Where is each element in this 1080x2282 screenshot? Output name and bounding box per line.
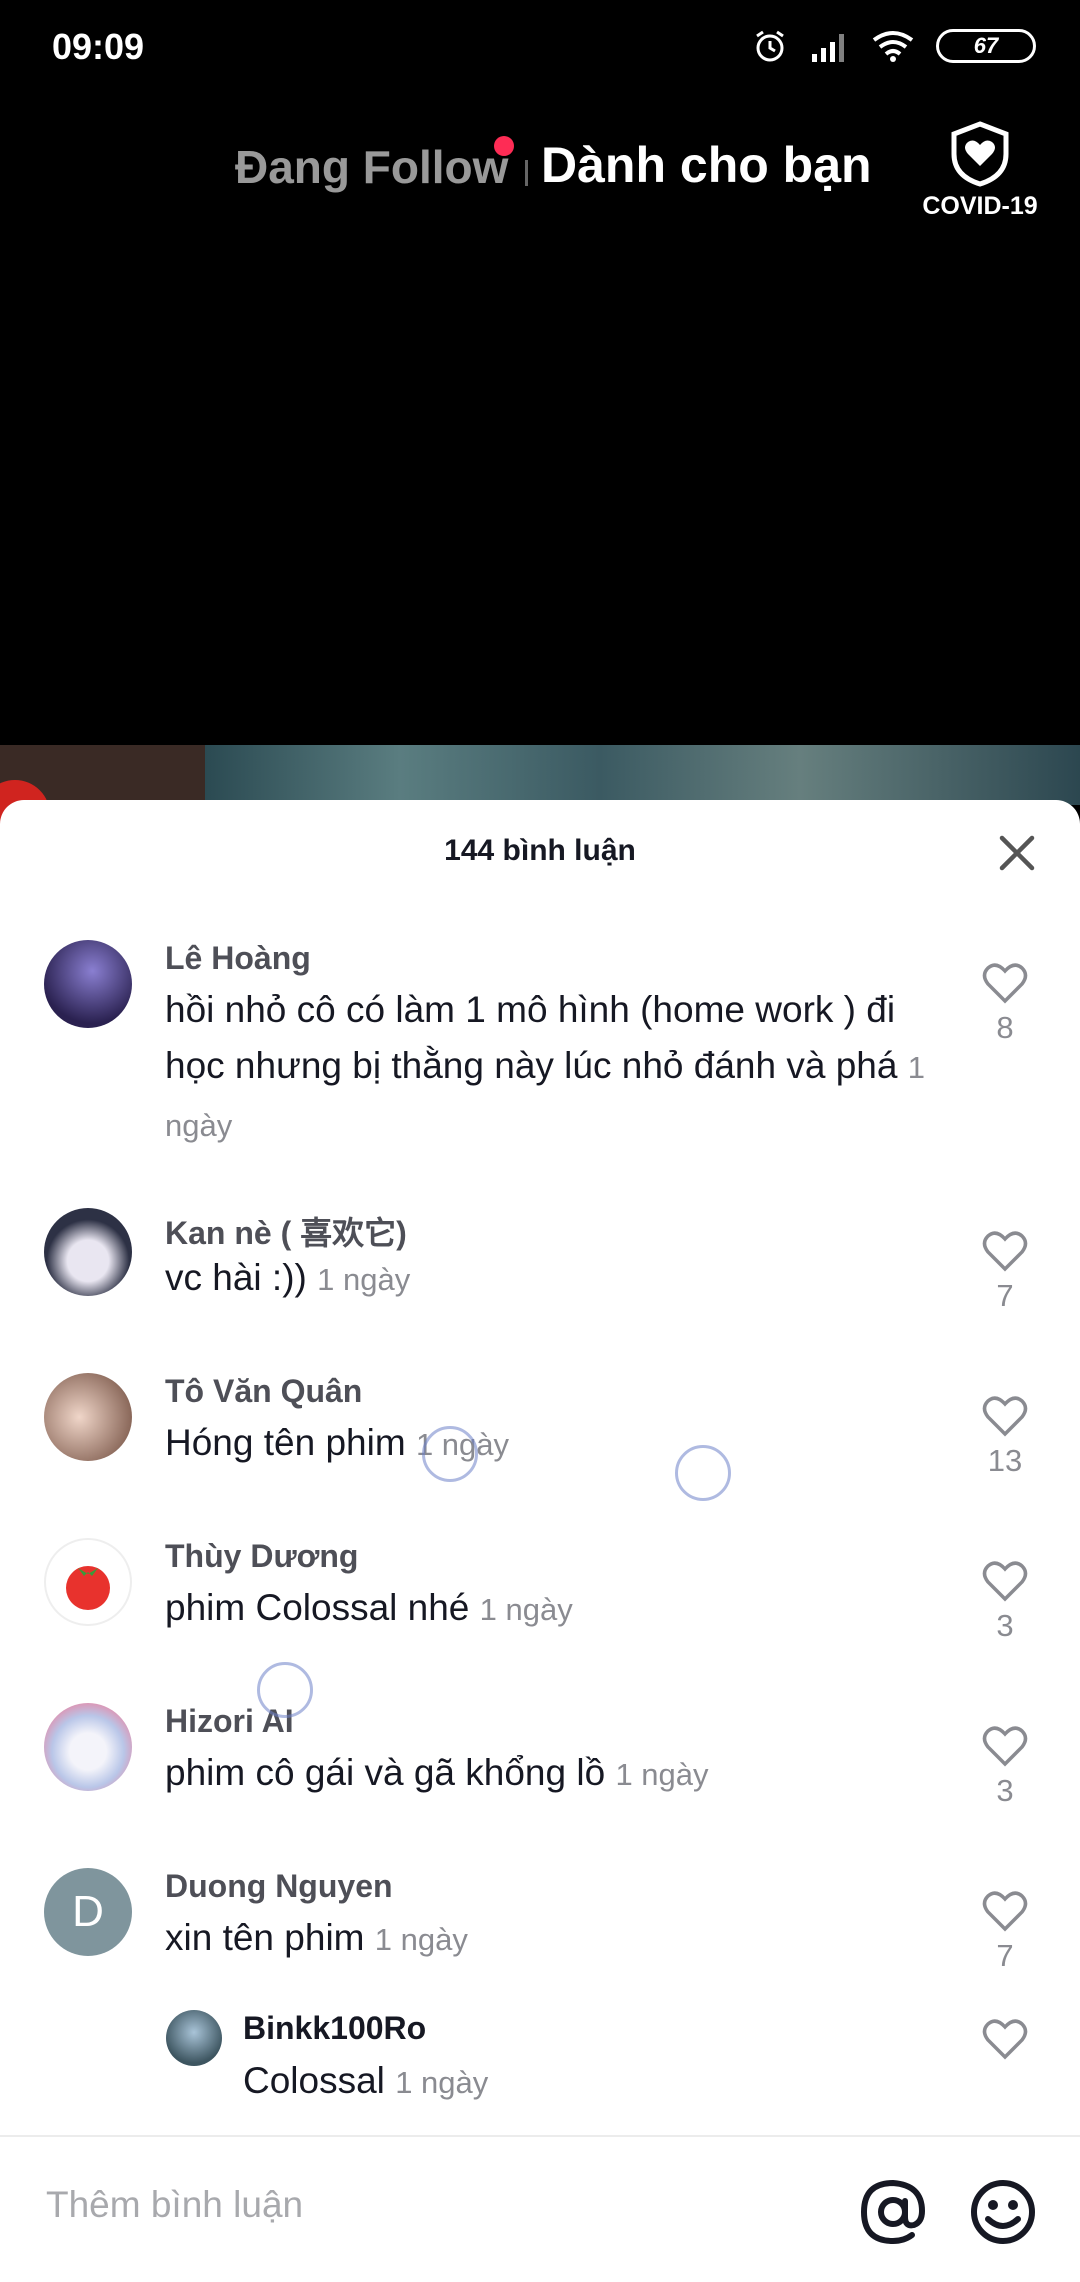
covid-button[interactable]: COVID-19 <box>918 120 1042 221</box>
shield-heart-icon <box>951 121 1009 187</box>
like-count: 7 <box>996 1278 1014 1313</box>
comment-username[interactable]: Thùy Dương <box>165 1538 358 1575</box>
comment-body: Hóng tên phim <box>165 1422 406 1463</box>
comment-username[interactable]: Kan nè ( 喜欢它) <box>165 1208 407 1254</box>
comment-username[interactable]: Tô Văn Quân <box>165 1373 362 1410</box>
avatar[interactable] <box>44 1538 132 1626</box>
comment-time: 1 ngày <box>479 1592 573 1627</box>
mention-icon[interactable] <box>858 2177 928 2247</box>
comment-time: 1 ngày <box>317 1262 411 1297</box>
avatar[interactable] <box>44 1703 132 1791</box>
touch-indicator <box>257 1662 313 1718</box>
comment-body: xin tên phim <box>165 1917 365 1958</box>
heart-icon <box>982 1561 1028 1602</box>
like-count: 3 <box>996 1608 1014 1643</box>
comment-username[interactable]: Lê Hoàng <box>165 940 311 977</box>
comment-time: 1 ngày <box>374 1922 468 1957</box>
comment-time: 1 ngày <box>615 1757 709 1792</box>
touch-indicator <box>675 1445 731 1501</box>
like-count: 8 <box>996 1010 1014 1045</box>
like-count: 3 <box>996 1773 1014 1808</box>
like-button[interactable]: 7 <box>960 1890 1050 1974</box>
comment-text: vc hài :)) 1 ngày <box>165 1250 955 1308</box>
comment-input[interactable] <box>44 2183 808 2227</box>
tab-for-you[interactable]: Dành cho bạn <box>541 136 872 194</box>
avatar-letter: D <box>72 1887 104 1936</box>
avatar[interactable] <box>44 940 132 1028</box>
reply-time: 1 ngày <box>395 2065 489 2100</box>
heart-icon <box>982 1396 1028 1437</box>
like-count: 7 <box>996 1938 1014 1973</box>
comment-text: Hóng tên phim 1 ngày <box>165 1415 955 1473</box>
like-count: 13 <box>987 1443 1023 1478</box>
comment-body: phim Colossal nhé <box>165 1587 470 1628</box>
status-bar: 09:09 67 <box>0 0 1080 100</box>
avatar[interactable]: D <box>44 1868 132 1956</box>
notification-dot <box>494 136 514 156</box>
comments-count-title: 144 bình luận <box>444 834 636 867</box>
like-button[interactable]: 8 <box>960 962 1050 1046</box>
signal-icon <box>812 34 844 62</box>
heart-icon <box>982 1231 1028 1272</box>
alarm-icon <box>756 30 784 62</box>
like-button[interactable]: 3 <box>960 1560 1050 1644</box>
tab-divider <box>525 160 528 186</box>
emoji-icon[interactable] <box>968 2177 1038 2247</box>
reply-body: Colossal <box>243 2060 385 2101</box>
like-button[interactable]: 13 <box>960 1395 1050 1479</box>
covid-label: COVID-19 <box>922 192 1038 220</box>
status-icons: 67 <box>752 28 1036 64</box>
close-icon[interactable] <box>994 830 1040 876</box>
wifi-icon <box>872 31 914 62</box>
tomato-icon <box>66 1566 110 1610</box>
video-preview[interactable] <box>0 745 1080 850</box>
avatar[interactable] <box>44 1208 132 1296</box>
heart-icon <box>982 2019 1028 2060</box>
comment-input-bar <box>0 2135 1080 2282</box>
comment-body: vc hài :)) <box>165 1257 307 1298</box>
touch-indicator <box>422 1426 478 1482</box>
reply-username[interactable]: Binkk100Ro <box>243 2010 426 2047</box>
avatar[interactable] <box>166 2010 222 2066</box>
like-button[interactable]: 3 <box>960 1725 1050 1809</box>
comments-sheet: 144 bình luận Lê Hoàng hồi nhỏ cô có làm… <box>0 800 1080 2280</box>
reply-text: Colossal 1 ngày <box>243 2060 488 2102</box>
comment-text: xin tên phim 1 ngày <box>165 1910 955 1968</box>
tab-following[interactable]: Đang Follow <box>235 140 508 194</box>
comment-body: hồi nhỏ cô có làm 1 mô hình (home work )… <box>165 989 898 1086</box>
battery-indicator: 67 <box>936 29 1036 63</box>
comment-body: phim cô gái và gã khổng lồ <box>165 1752 606 1793</box>
comment-text: hồi nhỏ cô có làm 1 mô hình (home work )… <box>165 982 955 1154</box>
heart-icon <box>982 963 1028 1004</box>
comment-text: phim cô gái và gã khổng lồ 1 ngày <box>165 1745 955 1803</box>
status-time: 09:09 <box>52 26 145 67</box>
comment-username[interactable]: Duong Nguyen <box>165 1868 393 1905</box>
avatar[interactable] <box>44 1373 132 1461</box>
heart-icon <box>982 1891 1028 1932</box>
like-button[interactable]: 7 <box>960 1230 1050 1314</box>
heart-icon <box>982 1726 1028 1767</box>
like-button[interactable] <box>960 2018 1050 2060</box>
comment-text: phim Colossal nhé 1 ngày <box>165 1580 955 1638</box>
